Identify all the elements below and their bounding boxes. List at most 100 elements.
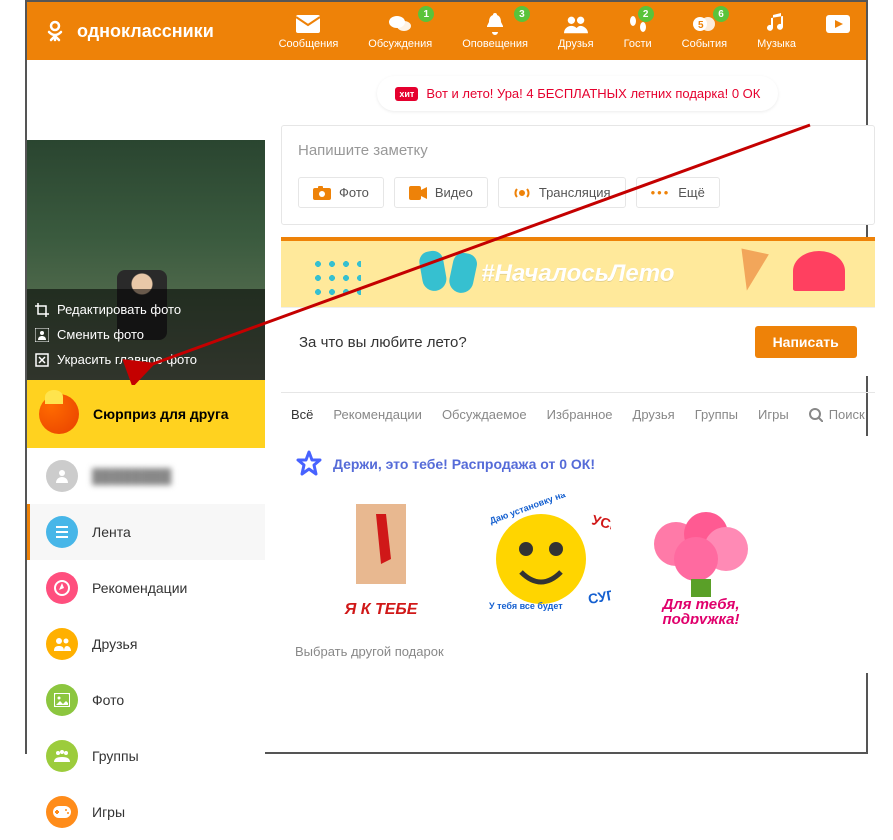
music-icon (765, 12, 789, 36)
tab-groups[interactable]: Группы (695, 407, 738, 422)
video-icon (409, 186, 427, 200)
note-attach-buttons: Фото Видео Трансляция •••Ещё (298, 177, 858, 208)
site-name: одноклассники (77, 21, 214, 42)
main: хит Вот и лето! Ура! 4 БЕСПЛАТНЫХ летних… (265, 60, 875, 840)
nav-video[interactable] (826, 12, 850, 50)
gift-headline-link[interactable]: Держи, это тебе! Распродажа от 0 ОК! (333, 456, 595, 472)
sidebar-item-friends[interactable]: Друзья (27, 616, 265, 672)
ok-logo-icon (43, 19, 67, 43)
note-input[interactable]: Напишите заметку (298, 142, 858, 159)
decorate-photo-button[interactable]: Украсить главное фото (35, 347, 257, 372)
gift-item[interactable]: УСПЕХ!СУПЕР!Даю установку наУ тебя все б… (471, 494, 611, 624)
gift-egg-icon (39, 394, 79, 434)
sidebar-item-profile[interactable]: ████████ (27, 448, 265, 504)
edit-photo-button[interactable]: Редактировать фото (35, 297, 257, 322)
nav-messages[interactable]: Сообщения (279, 12, 339, 50)
bell-icon (483, 12, 507, 36)
promo-text: Вот и лето! Ура! 4 БЕСПЛАТНЫХ летних под… (426, 86, 760, 101)
avatar-icon (46, 460, 78, 492)
sparkle-icon (35, 353, 49, 367)
flipflop-icon (447, 251, 479, 295)
portrait-icon (35, 328, 49, 342)
mail-icon (296, 12, 320, 36)
nav-friends[interactable]: Друзья (558, 12, 594, 50)
feed-icon (46, 516, 78, 548)
note-composer: Напишите заметку Фото Видео Трансляция •… (281, 125, 875, 225)
tab-recommendations[interactable]: Рекомендации (333, 407, 422, 422)
broadcast-icon (513, 186, 531, 200)
select-other-gift[interactable]: Выбрать другой подарок (295, 644, 861, 659)
badge: 3 (514, 6, 530, 22)
tab-discussed[interactable]: Обсуждаемое (442, 407, 527, 422)
photo-icon (46, 684, 78, 716)
tab-games[interactable]: Игры (758, 407, 789, 422)
gift-post-header: Держи, это тебе! Распродажа от 0 ОК! (295, 450, 861, 478)
tab-all[interactable]: Всё (291, 407, 313, 422)
svg-text:подружка!: подружка! (662, 611, 739, 624)
feed-search[interactable]: Поиск (809, 407, 865, 422)
svg-text:У тебя все будет: У тебя все будет (489, 601, 563, 611)
summer-hashtag: #НачалосьЛето (481, 260, 674, 288)
nav-discussions[interactable]: Обсуждения 1 (368, 12, 432, 50)
attach-photo-button[interactable]: Фото (298, 177, 384, 208)
attach-video-button[interactable]: Видео (394, 177, 488, 208)
sidebar-item-groups[interactable]: Группы (27, 728, 265, 784)
hat-icon (793, 251, 845, 291)
camera-icon (313, 186, 331, 200)
nav-guests[interactable]: Гости 2 (624, 12, 652, 50)
sidebar-item-photo[interactable]: Фото (27, 672, 265, 728)
sidebar-item-recommendations[interactable]: Рекомендации (27, 560, 265, 616)
hit-badge: хит (395, 87, 418, 101)
summer-prompt: За что вы любите лето? Написать (281, 307, 875, 376)
people-icon (46, 628, 78, 660)
groups-icon (46, 740, 78, 772)
svg-text:5: 5 (698, 20, 704, 31)
gift-items: Я К ТЕБЕ УСПЕХ!СУПЕР!Даю установку наУ т… (295, 494, 861, 624)
nav-notifications[interactable]: Оповещения 3 (462, 12, 528, 50)
search-icon (809, 408, 823, 422)
badge: 1 (418, 6, 434, 22)
video-icon (826, 12, 850, 36)
surprise-banner[interactable]: Сюрприз для друга (27, 380, 265, 448)
attach-stream-button[interactable]: Трансляция (498, 177, 626, 208)
sidebar-item-games[interactable]: Игры (27, 784, 265, 840)
crop-icon (35, 303, 49, 317)
surprise-label: Сюрприз для друга (93, 406, 229, 422)
change-photo-button[interactable]: Сменить фото (35, 322, 257, 347)
screenshot-frame: одноклассники Сообщения Обсуждения 1 Опо… (25, 0, 868, 754)
header: одноклассники Сообщения Обсуждения 1 Опо… (27, 2, 866, 60)
chat-icon (388, 12, 412, 36)
profile-photo[interactable]: Редактировать фото Сменить фото Украсить… (27, 140, 265, 380)
dots-icon: ••• (651, 185, 671, 200)
sidebar: Редактировать фото Сменить фото Украсить… (27, 60, 265, 840)
sidebar-item-feed[interactable]: Лента (27, 504, 265, 560)
nav-events[interactable]: 5 События 6 (682, 12, 727, 50)
top-nav: Сообщения Обсуждения 1 Оповещения 3 Друз… (279, 12, 850, 50)
summer-banner[interactable]: #НачалосьЛето (281, 237, 875, 307)
tab-friends[interactable]: Друзья (633, 407, 675, 422)
write-button[interactable]: Написать (755, 326, 857, 358)
dots-decoration (311, 257, 361, 297)
compass-icon (46, 572, 78, 604)
svg-text:СУПЕР!: СУПЕР! (587, 582, 611, 607)
badge: 6 (713, 6, 729, 22)
content: Редактировать фото Сменить фото Украсить… (27, 60, 866, 840)
photo-actions-overlay: Редактировать фото Сменить фото Украсить… (27, 289, 265, 380)
sidebar-nav: ████████ Лента Рекомендации Друзья Фото (27, 448, 265, 840)
svg-text:Я К ТЕБЕ: Я К ТЕБЕ (344, 601, 419, 618)
attach-more-button[interactable]: •••Ещё (636, 177, 720, 208)
logo[interactable]: одноклассники (43, 19, 214, 43)
gift-post: Держи, это тебе! Распродажа от 0 ОК! Я К… (281, 436, 875, 673)
gift-item[interactable]: Для тебя,подружка! (631, 494, 771, 624)
promo-banner[interactable]: хит Вот и лето! Ура! 4 БЕСПЛАТНЫХ летних… (377, 76, 778, 111)
nav-music[interactable]: Музыка (757, 12, 796, 50)
star-icon (295, 450, 323, 478)
tab-favorites[interactable]: Избранное (547, 407, 613, 422)
badge: 2 (638, 6, 654, 22)
flipflop-icon (418, 249, 449, 293)
feed-tabs: Всё Рекомендации Обсуждаемое Избранное Д… (281, 392, 875, 436)
icecream-icon (733, 249, 769, 294)
gift-item[interactable]: Я К ТЕБЕ (311, 494, 451, 624)
summer-question: За что вы любите лето? (299, 334, 467, 351)
profile-name: ████████ (92, 468, 171, 484)
